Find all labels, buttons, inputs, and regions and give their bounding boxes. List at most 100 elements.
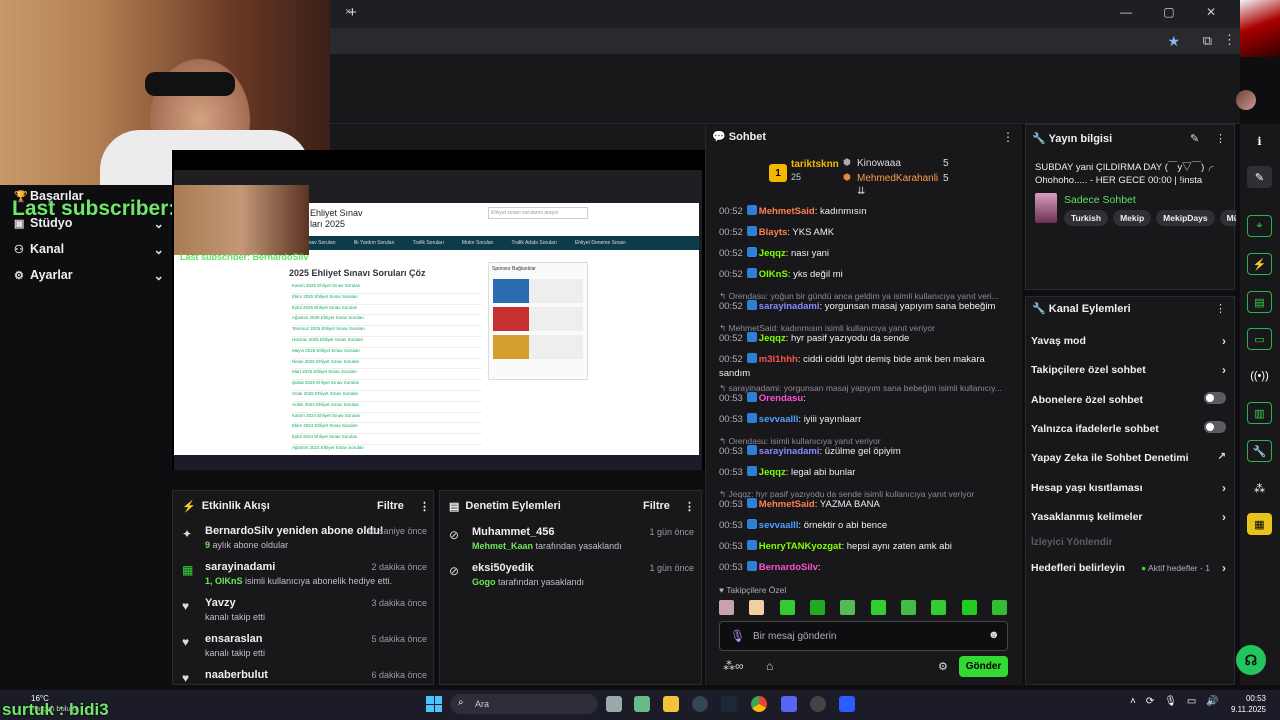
bookmark-star-icon[interactable]: ★ (1167, 33, 1180, 50)
user-avatar[interactable] (1236, 90, 1256, 110)
chat-bubble-icon[interactable]: ▭ (1247, 328, 1272, 350)
chat-settings-icon[interactable]: ⚙ (938, 660, 948, 673)
send-button[interactable]: Gönder (959, 656, 1008, 677)
clip-icon[interactable]: ⌖ (1247, 215, 1272, 237)
chat-more-icon[interactable]: ⋮ (1002, 130, 1014, 144)
toggle-switch[interactable] (1204, 391, 1226, 404)
chat-username[interactable]: Jeqqz (759, 467, 786, 478)
tag-pill[interactable]: Mekip (1113, 210, 1152, 226)
emoji-icon[interactable]: ☻ (988, 629, 1000, 641)
chrome-icon[interactable] (751, 696, 767, 712)
channel-actions-more-icon[interactable]: ⋮ (1215, 302, 1226, 315)
tag-pill[interactable]: Turkish (1064, 210, 1109, 226)
moderation-filter-button[interactable]: Filtre (643, 500, 670, 512)
chat-username[interactable]: sevvaalll (759, 414, 799, 425)
tag-pill[interactable]: Mü (1219, 210, 1236, 226)
window-controls[interactable]: — ▢ ✕ (1120, 5, 1230, 19)
help-headset-icon[interactable]: ☊ (1236, 645, 1266, 675)
emote-icon[interactable] (900, 600, 916, 615)
chat-message[interactable]: 00:53 HenryTANKyozgat: hepsi aynı zaten a… (719, 540, 1009, 554)
emote-icon[interactable] (749, 600, 765, 615)
channel-action-row[interactable]: Yasaklanmış kelimeler › (1031, 510, 1226, 524)
chat-username[interactable]: OlKnS (759, 269, 788, 280)
chat-message[interactable]: 00:53 sevvaalll: örnektir o abi bence (719, 519, 1009, 533)
menu-item-settings[interactable]: ⚙ Ayarlar ⌄ (14, 268, 164, 283)
wrench-icon[interactable]: 🔧 (1247, 440, 1272, 462)
category-box-art[interactable] (1035, 193, 1057, 223)
chat-username[interactable]: sarayinadami (759, 446, 820, 457)
taskview-icon[interactable] (606, 696, 622, 712)
emote-icon[interactable] (779, 600, 795, 615)
chat-message[interactable]: 00:53 sevvaalll: iyiii yayınlaarr (719, 413, 1009, 427)
calculator-icon[interactable] (634, 696, 650, 712)
channel-action-row[interactable]: Yalnızca ifadelerle sohbet (1031, 420, 1226, 435)
windows-start-icon[interactable] (426, 696, 442, 712)
obs-icon[interactable] (810, 696, 826, 712)
chat-username[interactable]: Jeqqz (759, 248, 786, 259)
channel-action-row[interactable]: Abonelere özel sohbet (1031, 391, 1226, 406)
microphone-icon[interactable]: 🎙 (730, 629, 745, 643)
chat-username[interactable]: HenryTANKyozgat (759, 541, 842, 552)
channel-action-row[interactable]: Takipçilere özel sohbet › (1031, 363, 1226, 377)
edit-pencil-icon[interactable]: ✎ (1190, 132, 1199, 145)
emote-icon[interactable] (870, 600, 886, 615)
menu-item-channel[interactable]: ⚇ Kanal ⌄ (14, 242, 164, 257)
taskbar-search[interactable]: ⌕ Ara (450, 694, 598, 714)
chat-message[interactable]: 00:52 Blayts: YKS AMK (719, 226, 1009, 240)
chat-username[interactable]: Orendasu (759, 393, 803, 404)
edit-icon[interactable]: ✎ (1247, 166, 1272, 188)
clock[interactable]: 00:53 9.11.2025 (1231, 693, 1266, 715)
chat-message[interactable]: 00:52 Jeqqz: nası yani (719, 247, 1009, 261)
chat-message[interactable]: 00:52 sarayinadami: yorgunsan masaj yapıy… (719, 300, 1009, 314)
emote-icon[interactable] (840, 600, 856, 615)
chat-message[interactable]: 00:53 sarayinadami: üzülme gel öpiyim (719, 445, 1009, 459)
chat-leaderboard[interactable]: 1 tariktsknn 25 ⬢ Kinowaaa 5 ⬢ MehmedKar… (705, 150, 1022, 197)
moderation-more-icon[interactable]: ⋮ (684, 500, 695, 513)
lightning-icon[interactable]: ⚡ (1247, 253, 1272, 275)
new-tab-button[interactable]: + (348, 4, 357, 21)
chat-username[interactable]: sarayinadami (759, 301, 820, 312)
chat-message[interactable]: 00:53 BernardoSilv: (719, 561, 1009, 575)
stream-info-more-icon[interactable]: ⋮ (1215, 132, 1226, 145)
chat-username[interactable]: sevvaalll (759, 520, 799, 531)
category-link[interactable]: Sadece Sohbet (1064, 194, 1136, 206)
chat-username[interactable]: Blayts (759, 227, 788, 238)
chat-message[interactable]: 00:52 MehmetSaid: kadınmısın (719, 205, 1009, 219)
emote-icon[interactable] (719, 600, 734, 615)
toggle-switch[interactable] (1204, 420, 1226, 433)
chat-message[interactable]: 00:52 OlKnS: yks değil mi (719, 268, 1009, 282)
chat-username[interactable]: MehmetSaid (759, 206, 815, 217)
emote-bar[interactable] (719, 600, 1009, 616)
broadcast-icon[interactable]: ((•)) (1247, 365, 1272, 387)
extensions-icon[interactable]: ⧉ (1203, 33, 1212, 49)
chat-message[interactable]: 00:53 Jeqqz: legal abi bunlar (719, 466, 1009, 480)
app-icon[interactable] (839, 696, 855, 712)
steam-icon[interactable] (721, 696, 737, 712)
chat-message[interactable]: 00:53 MehmetSaid: YAZMA BANA (719, 498, 1009, 512)
chat-message[interactable]: 00:53 Orendasu: (719, 392, 1009, 406)
channel-action-row[interactable]: Yavaş mod › (1031, 334, 1226, 348)
app-icon[interactable] (692, 696, 708, 712)
chat-message[interactable]: 00:52 m3l1hhh: ciddi ciddi lgbt demiş bid… (719, 353, 1009, 381)
chat-username[interactable]: Jeqqz (759, 333, 786, 344)
emote-icon[interactable] (931, 600, 947, 615)
emote-icon[interactable] (809, 600, 825, 615)
emote-icon[interactable] (991, 600, 1007, 615)
chat-username[interactable]: MehmetSaid (759, 499, 815, 510)
more-menu-icon[interactable]: ⋮ (1223, 32, 1236, 48)
chat-username[interactable]: m3l1hhh (759, 354, 798, 365)
chat-input[interactable]: 🎙 Bir mesaj gönderin ☻ (719, 621, 1008, 651)
set-goals-row[interactable]: Hedefleri belirleyin ● Aktif hedefler - … (1031, 561, 1226, 575)
chat-tools-icon[interactable]: ⁂∞ (723, 659, 744, 673)
channel-action-row[interactable]: Yapay Zeka ile Sohbet Denetimi ↗ (1031, 451, 1226, 464)
activity-more-icon[interactable]: ⋮ (419, 500, 430, 513)
clapper-icon[interactable]: ▦ (1247, 513, 1272, 535)
store-icon[interactable]: ⌂ (766, 659, 773, 673)
effects-icon[interactable]: ⁂ (1247, 477, 1272, 499)
system-tray-icons[interactable]: ˄⟳🎙▭🔊 (1130, 696, 1229, 707)
explorer-icon[interactable] (663, 696, 679, 712)
tag-pill[interactable]: MekipDays (1156, 210, 1215, 226)
chat-username[interactable]: BernardoSilv (759, 562, 818, 573)
expand-leaderboard-icon[interactable]: ⇊ (857, 186, 865, 197)
layout-icon[interactable]: ▥ (1247, 402, 1272, 424)
